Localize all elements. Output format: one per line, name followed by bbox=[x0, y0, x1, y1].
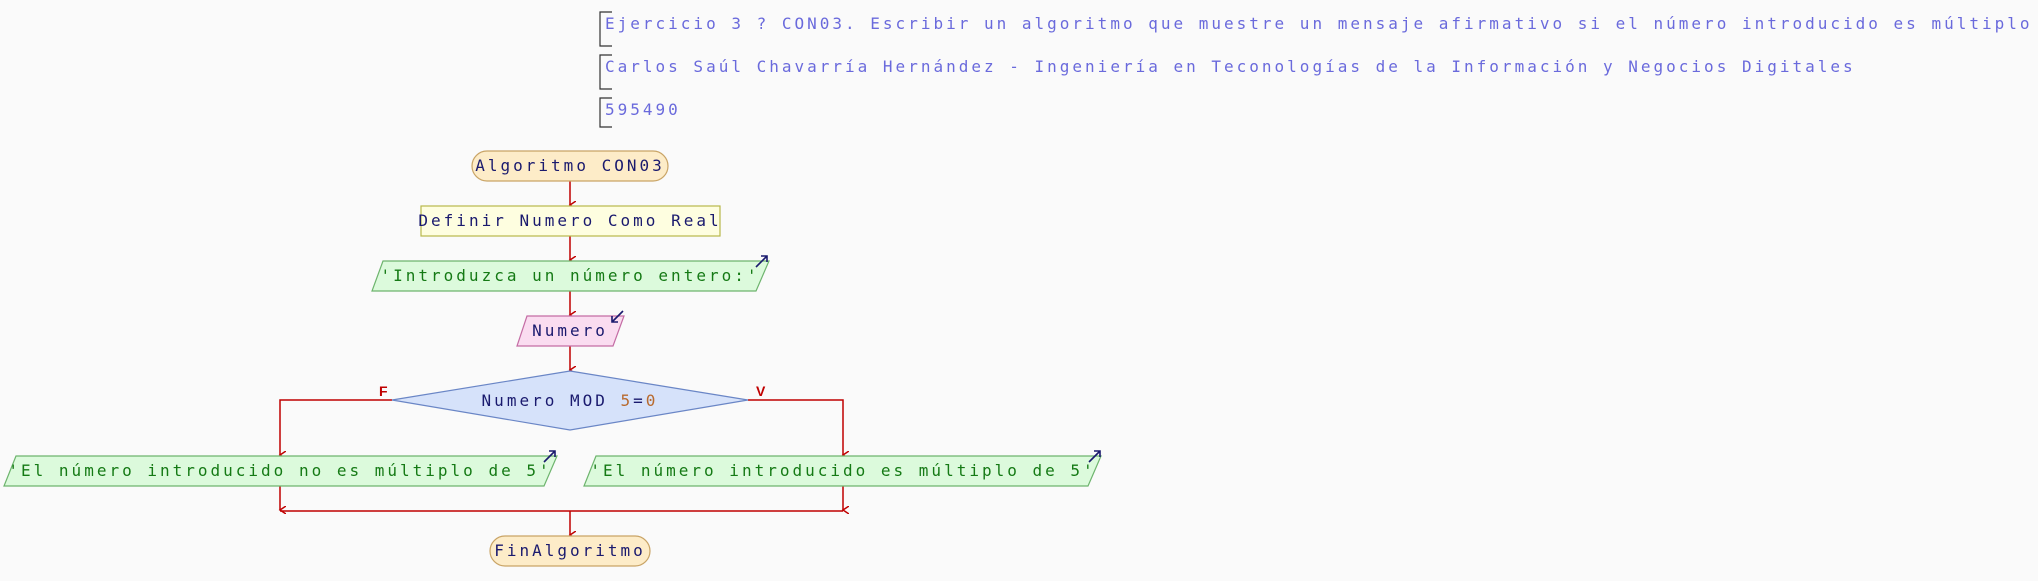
comment-3: 595490 bbox=[599, 97, 681, 128]
start-label: Algoritmo CON03 bbox=[475, 156, 665, 175]
false-branch-label: F bbox=[379, 383, 388, 399]
end-label: FinAlgoritmo bbox=[494, 541, 646, 560]
false-branch-line bbox=[280, 399, 392, 455]
true-branch-label: V bbox=[756, 383, 766, 399]
read-label: Numero bbox=[532, 321, 608, 340]
prompt-label: 'Introduzca un número entero:' bbox=[381, 266, 760, 285]
decision-op: = bbox=[633, 391, 646, 410]
read-input: Numero bbox=[516, 310, 625, 347]
comment-2-text: Carlos Saúl Chavarría Hernández - Ingeni… bbox=[605, 57, 1856, 76]
comment-1-text: Ejercicio 3 ? CON03. Escribir un algorit… bbox=[605, 14, 2038, 33]
comment-2: Carlos Saúl Chavarría Hernández - Ingeni… bbox=[599, 54, 1856, 90]
comment-1: Ejercicio 3 ? CON03. Escribir un algorit… bbox=[599, 11, 2038, 47]
true-branch-line bbox=[748, 399, 843, 455]
decision-num-1: 5 bbox=[621, 391, 634, 410]
start-terminal: Algoritmo CON03 bbox=[471, 150, 669, 182]
prompt-output: 'Introduzca un número entero:' bbox=[371, 255, 770, 292]
decision-label: Numero MOD 5=0 bbox=[482, 391, 659, 410]
define-label: Definir Numero Como Real bbox=[418, 211, 721, 230]
false-output: 'El número introducido no es múltiplo de… bbox=[3, 450, 558, 487]
true-output: 'El número introducido es múltiplo de 5' bbox=[583, 450, 1102, 487]
define-process: Definir Numero Como Real bbox=[418, 205, 721, 237]
flowchart: Ejercicio 3 ? CON03. Escribir un algorit… bbox=[3, 11, 2038, 567]
comment-3-text: 595490 bbox=[605, 100, 681, 119]
decision-var: Numero MOD bbox=[482, 391, 621, 410]
end-terminal: FinAlgoritmo bbox=[489, 535, 651, 567]
decision-num-2: 0 bbox=[646, 391, 659, 410]
true-output-label: 'El número introducido es múltiplo de 5' bbox=[590, 461, 1095, 480]
decision: Numero MOD 5=0 F V bbox=[379, 370, 766, 431]
false-output-label: 'El número introducido no es múltiplo de… bbox=[8, 461, 551, 480]
